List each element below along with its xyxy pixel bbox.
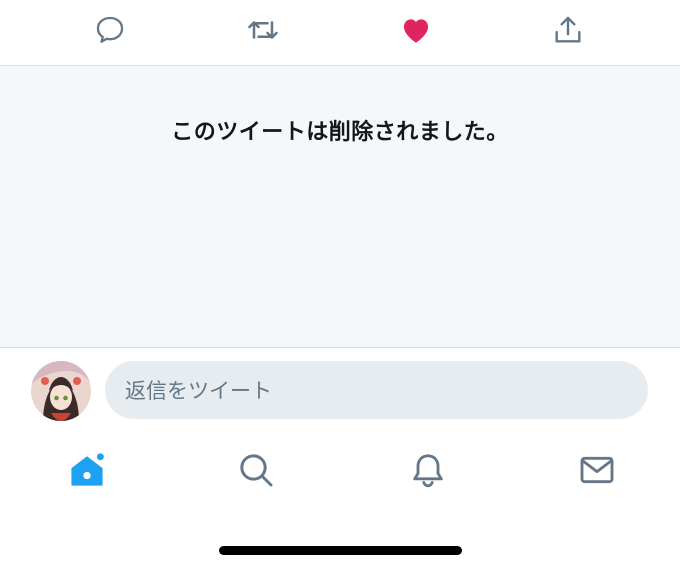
tab-notifications[interactable] [406,448,450,492]
tweet-action-bar [0,0,680,64]
envelope-icon [580,456,614,484]
reply-composer: 返信をツイート [0,348,680,432]
reply-input[interactable]: 返信をツイート [105,361,648,419]
deleted-tweet-message: このツイートは削除されました。 [171,120,509,145]
retweet-button[interactable] [245,12,281,48]
retweet-icon [248,21,278,39]
share-icon [555,16,581,43]
like-button[interactable] [398,12,434,48]
tab-messages[interactable] [575,448,619,492]
search-icon [240,454,273,487]
home-icon [71,451,106,486]
tab-home[interactable] [65,448,109,492]
reply-placeholder: 返信をツイート [125,379,272,403]
share-button[interactable] [550,12,586,48]
home-indicator[interactable] [219,546,462,555]
bottom-tab-bar [0,438,680,518]
bell-icon [413,454,443,488]
tab-search[interactable] [234,448,278,492]
heart-icon [403,19,429,43]
avatar[interactable] [31,361,91,421]
reply-icon [96,16,124,43]
avatar-image [31,361,91,421]
deleted-tweet-panel: このツイートは削除されました。 [0,65,680,348]
reply-button[interactable] [92,12,128,48]
